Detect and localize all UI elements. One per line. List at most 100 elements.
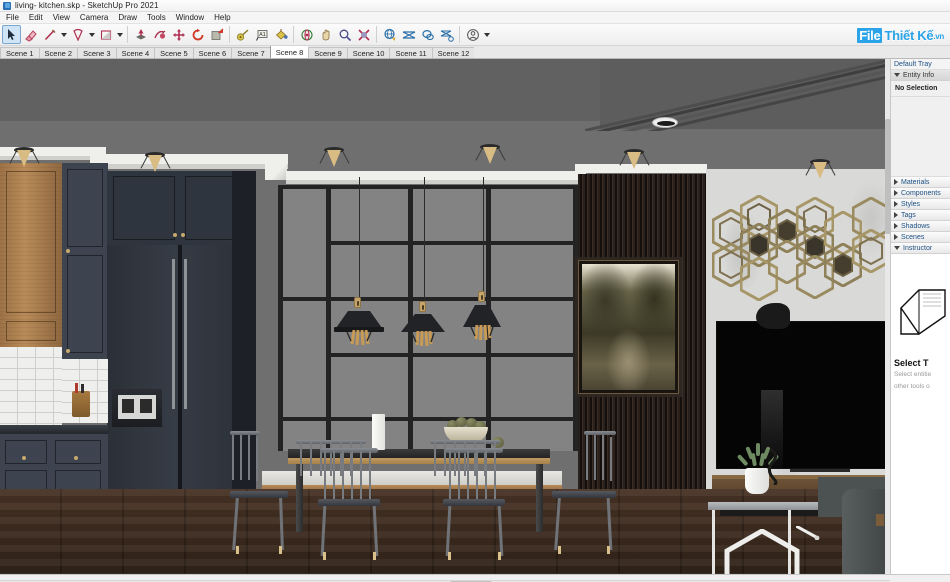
tray-scrollbar-thumb[interactable] — [885, 119, 891, 234]
chevron-right-icon — [894, 234, 898, 240]
instructor-panel-body: Select T Select entitie other tools o — [891, 254, 950, 574]
ceiling-beams — [585, 59, 890, 131]
zoom-tool-button[interactable] — [335, 25, 354, 44]
scene-tab-2[interactable]: Scene 2 — [38, 47, 78, 58]
chevron-right-icon — [894, 179, 898, 185]
scale-tool-button[interactable] — [207, 25, 226, 44]
tray-panel-components[interactable]: Components — [891, 188, 950, 199]
menu-edit[interactable]: Edit — [24, 12, 48, 24]
zoom-extents-tool-button[interactable] — [354, 25, 373, 44]
tray-panel-scenes-label: Scenes — [901, 233, 925, 241]
microwave-dial-left — [122, 399, 134, 413]
scene-tab-6[interactable]: Scene 6 — [192, 47, 232, 58]
shapes-tool-button[interactable] — [68, 25, 87, 44]
menu-help[interactable]: Help — [209, 12, 235, 24]
tray-panel-instructor[interactable]: Instructor — [891, 243, 950, 254]
scene-tab-8[interactable]: Scene 8 — [269, 46, 309, 58]
chevron-down-icon — [894, 246, 900, 250]
tray-panel-components-label: Components — [901, 189, 941, 197]
share-component-tool-button[interactable] — [437, 25, 456, 44]
rectangle-tool-button[interactable] — [96, 25, 115, 44]
tray-scrollbar[interactable] — [885, 59, 891, 574]
account-button[interactable] — [463, 25, 482, 44]
model-viewport[interactable]: Copyright © FileThietKe.vn — [0, 59, 890, 574]
tray-panel-entity-info[interactable]: Entity Info — [891, 70, 950, 81]
chevron-down-icon — [894, 73, 900, 77]
pan-tool-button[interactable] — [316, 25, 335, 44]
scene-tab-3[interactable]: Scene 3 — [77, 47, 116, 58]
countertop — [0, 425, 108, 434]
tv-mount-shadow — [756, 303, 790, 329]
orbit-tool-button[interactable] — [297, 25, 316, 44]
select-tool-house-diagram-icon — [895, 286, 947, 348]
filethietke-logo: File Thiết Kế .vn — [857, 26, 944, 44]
scene-tab-7[interactable]: Scene 7 — [231, 47, 270, 58]
rectangle-tool-dropdown[interactable] — [115, 25, 124, 44]
menu-draw[interactable]: Draw — [113, 12, 142, 24]
toolbar-separator — [376, 26, 377, 43]
tray-panel-materials-label: Materials — [901, 178, 930, 186]
scene-tab-1[interactable]: Scene 1 — [0, 47, 39, 58]
paint-bucket-tool-button[interactable] — [271, 25, 290, 44]
crown-molding-back-shadow — [286, 180, 586, 184]
menu-file[interactable]: File — [1, 12, 24, 24]
tray-title: Default Tray — [891, 59, 950, 70]
select-tool-button[interactable] — [2, 25, 21, 44]
side-table-rod — [795, 524, 820, 541]
tray-panel-styles[interactable]: Styles — [891, 199, 950, 210]
crown-molding-mid-shadow — [90, 164, 288, 169]
chevron-right-icon — [894, 190, 898, 196]
sketchup-icon — [3, 1, 11, 10]
scene-tab-12[interactable]: Scene 12 — [431, 47, 475, 58]
menu-tools[interactable]: Tools — [142, 12, 171, 24]
dining-table-leg-right — [536, 464, 543, 532]
toolbar-separator — [229, 26, 230, 43]
move-tool-button[interactable] — [169, 25, 188, 44]
tape-measure-tool-button[interactable] — [233, 25, 252, 44]
menu-view[interactable]: View — [48, 12, 75, 24]
line-tool-button[interactable] — [40, 25, 59, 44]
refrigerator-door-split — [178, 245, 182, 529]
instructor-title: Select T — [894, 358, 929, 368]
share-model-tool-button[interactable] — [418, 25, 437, 44]
pendant-lamp-1-cap — [354, 297, 361, 308]
followme-tool-button[interactable] — [150, 25, 169, 44]
tray-panel-materials[interactable]: Materials — [891, 177, 950, 188]
scene-tab-11[interactable]: Scene 11 — [389, 47, 432, 58]
utensil-holder — [72, 383, 90, 417]
title-bar: living- kitchen.skp - SketchUp Pro 2021 — [0, 0, 950, 12]
pendant-lamp-1-cord — [359, 177, 360, 299]
entity-info-status: No Selection — [891, 81, 950, 97]
menu-window[interactable]: Window — [171, 12, 209, 24]
scene-tab-4[interactable]: Scene 4 — [115, 47, 155, 58]
framed-landscape-painting — [575, 257, 682, 397]
pushpull-tool-button[interactable] — [131, 25, 150, 44]
account-dropdown[interactable] — [482, 25, 491, 44]
wood-pantry-cabinet — [0, 163, 62, 347]
shapes-tool-dropdown[interactable] — [87, 25, 96, 44]
microwave-dial-right — [140, 399, 152, 413]
scene-tab-9[interactable]: Scene 9 — [308, 47, 347, 58]
add-location-tool-button[interactable] — [380, 25, 399, 44]
logo-file-text: File — [857, 27, 883, 43]
dining-table-edge — [288, 458, 550, 464]
crown-molding-corner — [265, 158, 287, 180]
tv-stand-bar — [790, 469, 850, 472]
pendant-lamp-2-cap — [419, 301, 426, 312]
text-tool-button[interactable]: A1 — [252, 25, 271, 44]
status-bar — [0, 574, 950, 582]
chevron-right-icon — [894, 212, 898, 218]
rotate-tool-button[interactable] — [188, 25, 207, 44]
crown-molding-back — [286, 171, 586, 180]
banquette-bench-seat — [262, 471, 562, 485]
scene-tab-10[interactable]: Scene 10 — [346, 47, 390, 58]
tray-panel-shadows[interactable]: Shadows — [891, 221, 950, 232]
line-tool-dropdown[interactable] — [59, 25, 68, 44]
eraser-tool-button[interactable] — [21, 25, 40, 44]
menu-camera[interactable]: Camera — [75, 12, 113, 24]
window-title: living- kitchen.skp - SketchUp Pro 2021 — [15, 1, 159, 10]
tray-panel-tags[interactable]: Tags — [891, 210, 950, 221]
toggle-terrain-tool-button[interactable] — [399, 25, 418, 44]
scene-tab-5[interactable]: Scene 5 — [154, 47, 193, 58]
tray-panel-scenes[interactable]: Scenes — [891, 232, 950, 243]
